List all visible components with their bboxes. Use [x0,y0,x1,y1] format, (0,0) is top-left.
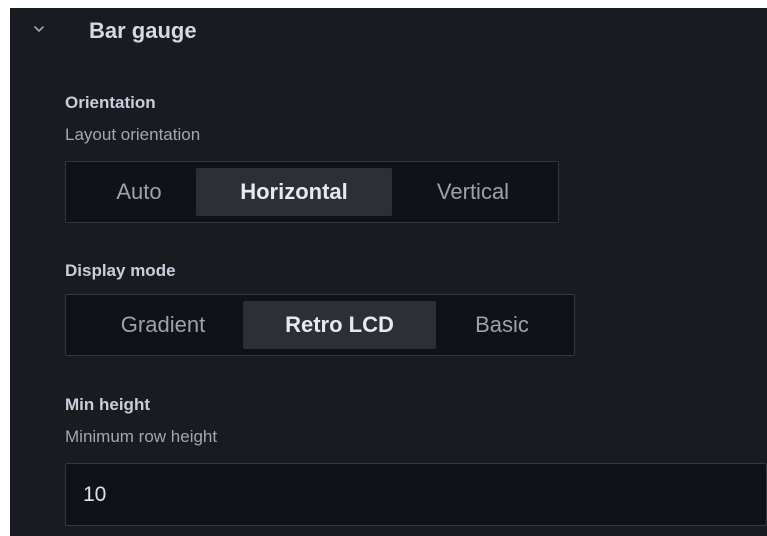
orientation-description: Layout orientation [65,125,201,144]
orientation-option-horizontal[interactable]: Horizontal [196,168,392,216]
display-mode-label: Display mode [65,261,176,280]
display-mode-radio-group: Gradient Retro LCD Basic [65,294,575,356]
orientation-label: Orientation [65,93,156,112]
display-mode-option-basic[interactable]: Basic [440,301,564,349]
options-panel: Bar gauge Orientation Layout orientation… [10,8,767,536]
orientation-option-auto[interactable]: Auto [86,168,192,216]
orientation-radio-group: Auto Horizontal Vertical [65,161,559,223]
display-mode-option-retro-lcd[interactable]: Retro LCD [243,301,436,349]
display-mode-option-gradient[interactable]: Gradient [86,301,240,349]
min-height-input-wrapper [65,463,767,526]
section-header-bar-gauge[interactable]: Bar gauge [10,8,767,58]
min-height-description: Minimum row height [65,427,218,446]
min-height-input[interactable] [66,464,766,525]
chevron-down-icon[interactable] [32,22,46,36]
min-height-label: Min height [65,395,150,414]
section-title: Bar gauge [89,18,197,43]
orientation-option-vertical[interactable]: Vertical [396,168,550,216]
